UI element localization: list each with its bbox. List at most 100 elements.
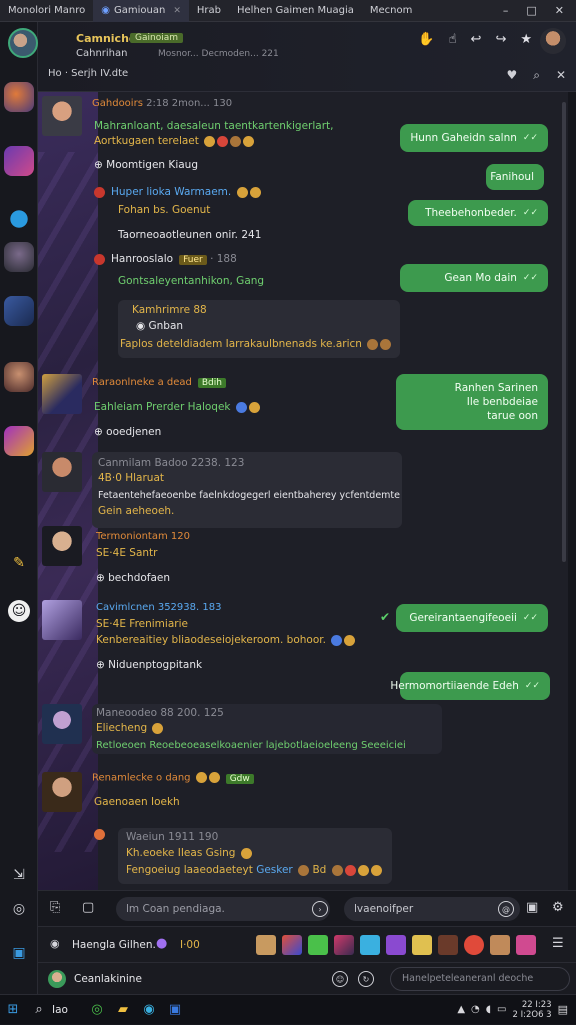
sender-name[interactable]: Maneoodeo 88 200. 125 <box>96 707 224 719</box>
pointer-icon[interactable]: ☝ <box>449 32 457 47</box>
at-icon[interactable]: @ <box>498 901 514 917</box>
store-icon[interactable]: ▣ <box>162 995 188 1025</box>
message-meta: Raraonlneke a dead Bdih <box>92 377 226 388</box>
sticker-pack-icon[interactable]: ◉ <box>50 937 60 950</box>
tab-5[interactable]: Mecnom <box>362 0 420 22</box>
outgoing-message[interactable]: Gereirantaengifeoeii ✓✓ <box>396 604 548 632</box>
sticker-item[interactable] <box>360 935 380 955</box>
pencil-icon[interactable]: ✎ <box>8 552 30 574</box>
search-icon[interactable]: ⌕ <box>26 995 52 1025</box>
chat-title[interactable]: Camniche <box>76 32 136 45</box>
sender-avatar[interactable] <box>42 526 82 566</box>
emoji-button[interactable]: ☺ <box>332 971 348 987</box>
sender-name[interactable]: Cavimlcnen 352938. 183 <box>96 602 221 613</box>
camera-icon[interactable]: ▢ <box>82 900 94 915</box>
square-icon[interactable]: ▣ <box>526 900 538 915</box>
sidebar-chat-avatar[interactable] <box>4 242 34 272</box>
menu-icon[interactable]: ☰ <box>552 936 564 951</box>
speaker-icon[interactable]: ◖ <box>486 1004 491 1015</box>
sender-avatar[interactable] <box>42 374 82 414</box>
tab-4[interactable]: Helhen Gaimen Muagia <box>229 0 362 22</box>
sidebar-chat-avatar[interactable] <box>4 82 34 112</box>
battery-icon[interactable]: ▭ <box>497 1004 506 1015</box>
sticker-item[interactable] <box>256 935 276 955</box>
user-avatar[interactable] <box>540 28 566 54</box>
sender-avatar[interactable] <box>42 452 82 492</box>
close-icon[interactable]: ✕ <box>556 68 566 83</box>
palette-icon[interactable]: ◎ <box>8 898 30 920</box>
taskbar-search-label[interactable]: Iao <box>52 1004 84 1016</box>
history-button[interactable]: ↻ <box>358 971 374 987</box>
sticker-item[interactable] <box>282 935 302 955</box>
star-icon[interactable]: ★ <box>520 32 532 47</box>
heart-icon[interactable]: ♥ <box>506 68 517 83</box>
outgoing-message[interactable]: Theebehonbeder. ✓✓ <box>408 200 548 226</box>
chevron-up-icon[interactable]: ▲ <box>457 1004 465 1015</box>
forward-icon[interactable]: ↪ <box>495 32 506 47</box>
message-text: Faplos deteldiadem Iarrakaulbnenads ke.a… <box>120 338 392 350</box>
outgoing-message[interactable]: Ranhen Sarinen Ile benbdeiae tarue oon <box>396 374 548 430</box>
sender-name[interactable]: Huper lioka Warmaem. <box>111 186 231 198</box>
attach-icon[interactable]: ⎘ <box>50 900 60 915</box>
clock[interactable]: 22 I:23 2 I:2O6 3 <box>512 1000 551 1020</box>
sender-name[interactable]: Gahdooirs <box>92 98 143 109</box>
network-icon[interactable]: ◔ <box>471 1004 480 1015</box>
sidebar-chat-avatar[interactable] <box>4 204 34 234</box>
sidebar-chat-avatar[interactable] <box>4 296 34 326</box>
message-text: ⊕ bechdofaen <box>96 572 171 584</box>
thumbs-icon[interactable]: ✋ <box>418 32 434 47</box>
pinned-message[interactable]: Ho · Serjh IV.dte <box>48 68 128 79</box>
sticker-item[interactable] <box>438 935 458 955</box>
sidebar-chat-avatar[interactable] <box>4 146 34 176</box>
sender-name[interactable]: Termoniontam 120 <box>96 531 190 542</box>
minimize-button[interactable]: – <box>503 4 509 17</box>
sticker-item[interactable] <box>334 935 354 955</box>
sender-name[interactable]: Waeiun 1911 190 <box>126 831 218 843</box>
notification-icon[interactable]: ▤ <box>558 1003 568 1016</box>
emoji-button[interactable]: › <box>312 901 328 917</box>
exit-icon[interactable]: ⇲ <box>8 864 30 886</box>
browser-icon[interactable]: ◉ <box>136 995 162 1025</box>
outgoing-message[interactable]: Hermomortiiaende Edeh ✓✓ <box>390 672 550 700</box>
sidebar-chat-avatar[interactable] <box>4 362 34 392</box>
chat-avatar[interactable] <box>8 28 38 58</box>
sender-avatar[interactable] <box>42 96 82 136</box>
close-button[interactable]: ✕ <box>555 4 564 17</box>
store-icon[interactable]: ▣ <box>8 942 30 964</box>
sender-avatar[interactable] <box>42 600 82 640</box>
account-name[interactable]: Ceanlakinine <box>74 973 142 985</box>
close-icon[interactable]: ✕ <box>173 6 181 16</box>
outgoing-message[interactable]: Gean Mo dain ✓✓ <box>400 264 548 292</box>
tab-3[interactable]: Hrab <box>189 0 229 22</box>
account-avatar[interactable] <box>48 970 66 988</box>
sticker-item[interactable] <box>308 935 328 955</box>
scrollbar[interactable] <box>562 102 566 562</box>
sender-name[interactable]: Canmilam Badoo 2238. 123 <box>98 457 244 469</box>
settings-icon[interactable]: ⚙ <box>552 900 564 915</box>
message-list[interactable]: Gahdooirs 2:18 2mon... 130 Mahranloant, … <box>38 92 568 890</box>
sticker-item[interactable] <box>464 935 484 955</box>
secondary-input[interactable]: lvaenoifper <box>344 897 520 921</box>
sticker-item[interactable] <box>516 935 536 955</box>
sender-avatar[interactable] <box>42 704 82 744</box>
face-icon[interactable]: ☺ <box>8 600 30 622</box>
sticker-item[interactable] <box>412 935 432 955</box>
app-icon[interactable]: ◎ <box>84 995 110 1025</box>
sender-avatar[interactable] <box>42 772 82 812</box>
reply-icon[interactable]: ↩ <box>471 32 482 47</box>
tab-1[interactable]: Monolori Manro <box>0 0 93 22</box>
outgoing-message[interactable]: Hunn Gaheidn salnn ✓✓ <box>400 124 548 152</box>
outgoing-message[interactable]: Fanihoul <box>486 164 544 190</box>
message-input[interactable]: lm Coan pendiaga. <box>116 897 330 921</box>
sticker-item[interactable] <box>490 935 510 955</box>
sender-name[interactable]: Raraonlneke a dead <box>92 377 192 388</box>
folder-icon[interactable]: ▰ <box>110 995 136 1025</box>
search-icon[interactable]: ⌕ <box>533 68 540 83</box>
sticker-item[interactable] <box>386 935 406 955</box>
sidebar-chat-avatar[interactable] <box>4 426 34 456</box>
tab-2[interactable]: ◉ Gamiouan ✕ <box>93 0 189 22</box>
start-icon[interactable]: ⊞ <box>0 995 26 1025</box>
sender-name[interactable]: Renamlecke o dang <box>92 773 191 784</box>
maximize-button[interactable]: □ <box>526 4 536 17</box>
sender-name[interactable]: Hanrooslalo <box>111 253 173 265</box>
